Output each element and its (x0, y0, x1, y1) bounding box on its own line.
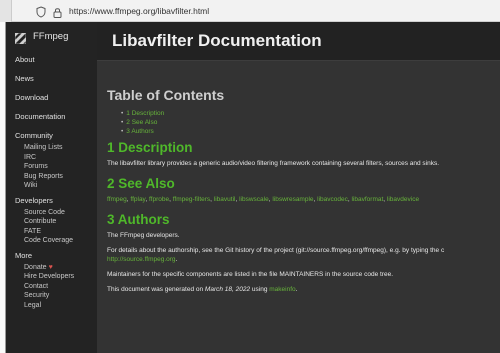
nav-section-developers[interactable]: Developers (6, 194, 97, 208)
generated-using: using (250, 286, 270, 293)
link-libavcodec[interactable]: libavcodec (317, 196, 348, 203)
nav-mailing-lists[interactable]: Mailing Lists (6, 143, 97, 153)
nav-security[interactable]: Security (6, 291, 97, 301)
main-content: Table of Contents 1 Description 2 See Al… (97, 60, 500, 353)
nav-source-code[interactable]: Source Code (6, 208, 97, 218)
nav-section-more[interactable]: More (6, 249, 97, 263)
link-libavdevice[interactable]: libavdevice (387, 196, 419, 203)
link-libswresample[interactable]: libswresample (272, 196, 313, 203)
nav-documentation[interactable]: Documentation (6, 107, 97, 126)
brand-name: FFmpeg (33, 30, 69, 42)
shield-icon[interactable] (36, 5, 46, 18)
generated-end: . (295, 286, 298, 293)
nav-fate[interactable]: FATE (6, 227, 97, 237)
lock-icon[interactable] (53, 5, 62, 18)
nav-bug-reports[interactable]: Bug Reports (6, 172, 97, 182)
toc-item-description[interactable]: 1 Description (121, 109, 500, 118)
nav-hire-developers[interactable]: Hire Developers (6, 272, 97, 282)
nav-wiki[interactable]: Wiki (6, 181, 97, 191)
nav-forums[interactable]: Forums (6, 162, 97, 172)
link-libavformat[interactable]: libavformat (352, 196, 384, 203)
page-title: Libavfilter Documentation (112, 31, 322, 50)
nav-download[interactable]: Download (6, 88, 97, 107)
link-libswscale[interactable]: libswscale (239, 196, 269, 203)
authorship-end: . (175, 256, 178, 263)
content-inner: Table of Contents 1 Description 2 See Al… (107, 87, 500, 294)
nav-donate-label: Donate (24, 263, 47, 271)
makeinfo-link[interactable]: makeinfo (269, 286, 295, 293)
sidebar: FFmpeg About News Download Documentation… (6, 22, 97, 353)
authorship-link-line: http://source.ffmpeg.org. (107, 255, 500, 264)
link-ffprobe[interactable]: ffprobe (149, 196, 169, 203)
browser-address-bar: https://www.ffmpeg.org/libavfilter.html (0, 0, 500, 22)
see-also-links: ffmpeg, ffplay, ffprobe, ffmpeg-filters,… (107, 196, 420, 203)
link-ffplay[interactable]: ffplay (130, 196, 145, 203)
nav-section-community[interactable]: Community (6, 129, 97, 143)
nav-contact[interactable]: Contact (6, 282, 97, 292)
authorship-text: For details about the authorship, see th… (107, 247, 445, 254)
toc-title: Table of Contents (107, 87, 225, 103)
ffmpeg-logo-icon (14, 31, 27, 44)
source-link[interactable]: http://source.ffmpeg.org (107, 256, 176, 263)
section-title-see-also: 2 See Also (107, 176, 175, 191)
nav-irc[interactable]: IRC (6, 153, 97, 163)
section-title-authors: 3 Authors (107, 212, 170, 227)
url-input[interactable]: https://www.ffmpeg.org/libavfilter.html (69, 6, 209, 16)
heart-icon: ♥ (48, 263, 53, 271)
toc-list: 1 Description 2 See Also 3 Authors (121, 109, 500, 136)
maintainers-text: Maintainers for the specific components … (107, 271, 394, 278)
generated-date: March 18, 2022 (204, 286, 251, 293)
nav-news[interactable]: News (6, 69, 97, 88)
nav-about[interactable]: About (6, 50, 97, 69)
authors-text: The FFmpeg developers. (107, 232, 180, 239)
brand[interactable]: FFmpeg (6, 22, 97, 50)
link-ffmpeg-filters[interactable]: ffmpeg-filters (173, 196, 210, 203)
description-text: The libavfilter library provides a gener… (107, 160, 440, 167)
window-edge (0, 0, 12, 22)
toc-item-see-also[interactable]: 2 See Also (121, 118, 500, 127)
section-title-description: 1 Description (107, 140, 193, 155)
nav-code-coverage[interactable]: Code Coverage (6, 236, 97, 246)
link-ffmpeg[interactable]: ffmpeg (107, 196, 127, 203)
nav-donate[interactable]: Donate ♥ (6, 263, 97, 273)
nav-contribute[interactable]: Contribute (6, 217, 97, 227)
toc-item-authors[interactable]: 3 Authors (121, 127, 500, 136)
generated-line: This document was generated on March 18,… (107, 285, 500, 294)
nav-legal[interactable]: Legal (6, 301, 97, 311)
page-header: Libavfilter Documentation (97, 22, 500, 60)
link-libavutil[interactable]: libavutil (214, 196, 236, 203)
generated-prefix: This document was generated on (107, 286, 205, 293)
